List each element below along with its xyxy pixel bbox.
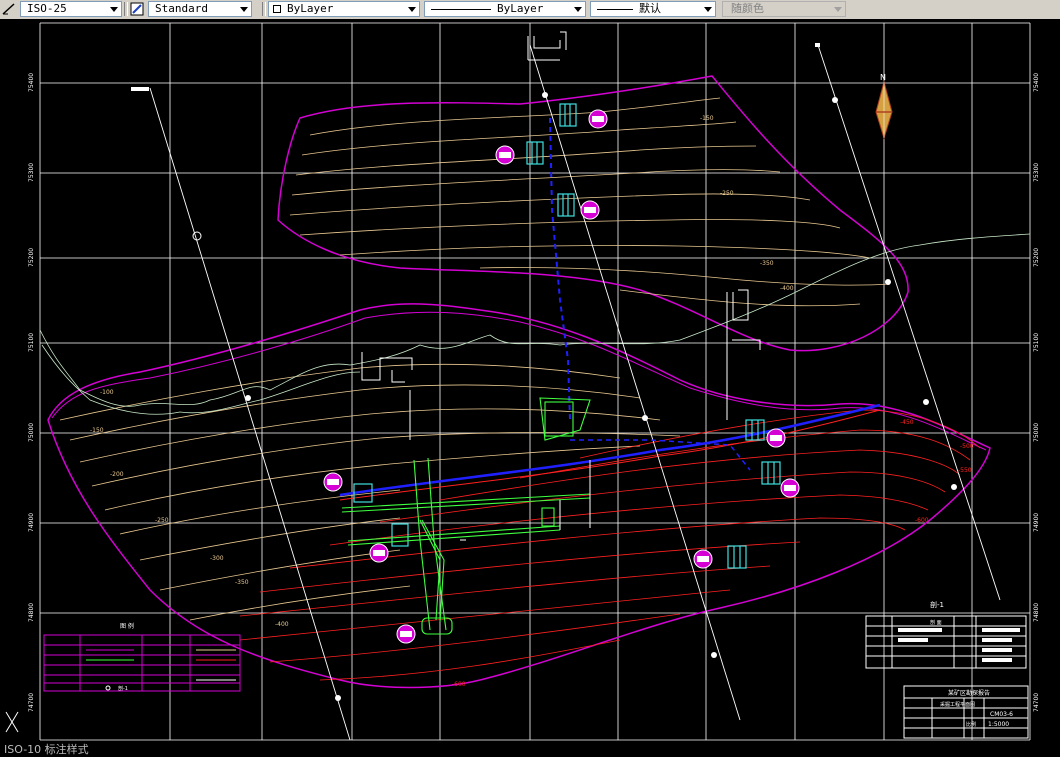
grid-label-right: 74700 <box>1033 693 1040 712</box>
grid-label-left: 75000 <box>28 423 35 442</box>
svg-text:-250: -250 <box>720 190 734 197</box>
layer-color-swatch <box>273 5 281 13</box>
svg-text:-400: -400 <box>275 621 289 628</box>
dimstyle-select[interactable]: ISO-25 <box>20 1 122 17</box>
svg-text:采掘工程平面图: 采掘工程平面图 <box>940 701 975 708</box>
grid-label-left: 75200 <box>28 248 35 267</box>
svg-text:-350: -350 <box>235 579 249 586</box>
grid-label-left: 75100 <box>28 333 35 352</box>
grid-label-right: 74900 <box>1033 513 1040 532</box>
linetype-select[interactable]: ByLayer <box>424 1 586 17</box>
svg-text:-600: -600 <box>452 681 466 688</box>
grid-label-left: 74700 <box>28 693 35 712</box>
svg-text:-150: -150 <box>700 115 714 122</box>
svg-text:-100: -100 <box>100 389 114 396</box>
svg-text:-450: -450 <box>900 419 914 426</box>
lineweight-select[interactable]: 默认 <box>590 1 716 17</box>
ucs-icon <box>5 711 19 733</box>
grid-label-right: 75400 <box>1033 73 1040 92</box>
shaft-structures <box>361 31 761 541</box>
grid-label-right: 75100 <box>1033 333 1040 352</box>
svg-text:剖-1: 剖-1 <box>118 685 128 692</box>
svg-text:-150: -150 <box>90 427 104 434</box>
grid-label-left: 75400 <box>28 73 35 92</box>
command-line-text: ISO-10 标注样式 <box>4 743 89 756</box>
drawing-canvas[interactable]: 75400 75300 75200 75100 75000 74900 7480… <box>0 19 1060 749</box>
svg-text:-350: -350 <box>760 260 774 267</box>
svg-text:-500: -500 <box>960 443 974 450</box>
svg-text:CM03-6: CM03-6 <box>990 711 1013 718</box>
svg-text:比例: 比例 <box>966 721 976 728</box>
lower-mine-boundary <box>47 303 991 689</box>
svg-text:-200: -200 <box>110 471 124 478</box>
svg-text:-400: -400 <box>780 285 794 292</box>
svg-text:-600: -600 <box>915 517 929 524</box>
svg-text:剖 面: 剖 面 <box>930 619 942 626</box>
layer-select[interactable]: ByLayer <box>268 1 420 17</box>
dimstyle-icon[interactable] <box>2 2 16 16</box>
legend-box: 图 例 剖-1 <box>43 622 241 692</box>
properties-toolbar: ISO-25 Standard ByLayer ByLayer 默认 随颜色 <box>0 0 1060 20</box>
grid-label-left: 74900 <box>28 513 35 532</box>
svg-text:图 例: 图 例 <box>120 622 134 630</box>
grid-label-right: 74800 <box>1033 603 1040 622</box>
title-block: 某矿区勘探报告 采掘工程平面图 CM03-6 比例 1:5000 <box>903 685 1029 739</box>
grid-label-right: 75200 <box>1033 248 1040 267</box>
info-table: 剖 面 <box>865 615 1027 669</box>
svg-text:某矿区勘探报告: 某矿区勘探报告 <box>948 689 990 697</box>
section-label: 剖-1 <box>930 600 944 609</box>
boreholes <box>353 103 781 569</box>
grid-label-left: 75300 <box>28 163 35 182</box>
svg-text:1:5000: 1:5000 <box>988 721 1009 728</box>
plotstyle-select: 随颜色 <box>722 1 846 17</box>
grid-label-left: 74800 <box>28 603 35 622</box>
compass-label: N <box>880 73 886 82</box>
main-roadway-blue <box>339 403 881 497</box>
grid-label-right: 75000 <box>1033 423 1040 442</box>
textstyle-select[interactable]: Standard <box>148 1 252 17</box>
svg-text:-250: -250 <box>155 517 169 524</box>
svg-text:-550: -550 <box>958 467 972 474</box>
svg-text:-300: -300 <box>210 555 224 562</box>
lower-contours-yellow <box>59 363 681 621</box>
cad-drawing: 75400 75300 75200 75100 75000 74900 7480… <box>5 22 1040 741</box>
textstyle-icon[interactable] <box>130 2 144 16</box>
grid-label-right: 75300 <box>1033 163 1040 182</box>
